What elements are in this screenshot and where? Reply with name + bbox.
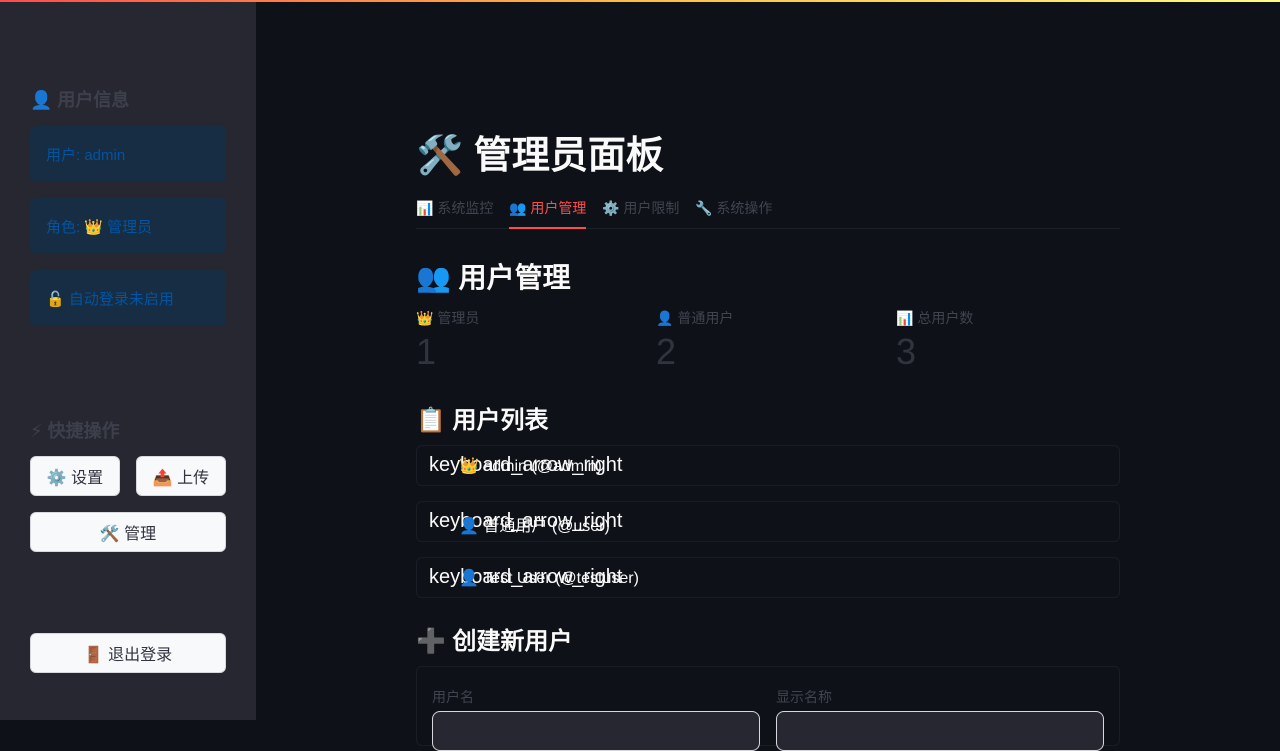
main-content: 🛠️ 管理员面板 📊 系统监控 👥 用户管理 ⚙️ 用户限制 🔧 系统操作 👥 … [416, 0, 1120, 751]
page-title: 🛠️ 管理员面板 [416, 135, 664, 177]
username-input[interactable] [432, 711, 760, 751]
role-line: 角色: 👑 管理员 [46, 218, 153, 236]
user-expander-admin[interactable]: keyboard_arrow_right 👑 admin (@admin) [416, 445, 1120, 486]
autologin-line: 🔓 自动登录未启用 [46, 290, 174, 308]
metric-value: 1 [416, 331, 437, 372]
metric-regular-users: 👤 普通用户 2 [656, 308, 876, 372]
user-line: 用户: admin [46, 146, 126, 164]
display-name-label: 显示名称 [776, 689, 832, 705]
metric-label: 📊 总用户数 [896, 310, 974, 326]
tab-bar: 📊 系统监控 👥 用户管理 ⚙️ 用户限制 🔧 系统操作 [416, 188, 1120, 229]
settings-button[interactable]: ⚙️ 设置 [30, 456, 120, 496]
role-info-box: 角色: 👑 管理员 [30, 198, 226, 254]
metric-label: 👑 管理员 [416, 310, 480, 326]
user-row-label: 👤 Test User (@testuser) [459, 570, 639, 587]
tab-user-limits[interactable]: ⚙️ 用户限制 [602, 198, 679, 227]
upload-button[interactable]: 📤 上传 [136, 456, 226, 496]
display-name-input[interactable] [776, 711, 1104, 751]
user-management-heading: 👥 用户管理 [416, 262, 571, 293]
logout-button[interactable]: 🚪 退出登录 [30, 633, 226, 673]
metric-value: 3 [896, 331, 917, 372]
metric-label: 👤 普通用户 [656, 310, 734, 326]
username-label: 用户名 [432, 689, 474, 705]
sidebar: 👤 用户信息 用户: admin 角色: 👑 管理员 🔓 自动登录未启用 ⚡ 快… [0, 2, 256, 720]
user-list-heading: 📋 用户列表 [416, 407, 549, 434]
user-expander-user[interactable]: keyboard_arrow_right 👤 普通用户 (@user) [416, 501, 1120, 542]
quick-actions-heading: ⚡ 快捷操作 [30, 421, 120, 441]
metric-admins: 👑 管理员 1 [416, 308, 636, 372]
user-row-label: 👤 普通用户 (@user) [459, 518, 610, 535]
tab-system-monitor[interactable]: 📊 系统监控 [416, 198, 493, 227]
admin-button[interactable]: 🛠️ 管理 [30, 512, 226, 552]
metric-value: 2 [656, 331, 677, 372]
create-user-heading: ➕ 创建新用户 [416, 628, 573, 655]
autologin-info-box: 🔓 自动登录未启用 [30, 270, 226, 326]
user-info-box: 用户: admin [30, 126, 226, 182]
user-row-label: 👑 admin (@admin) [459, 458, 602, 475]
metric-total-users: 📊 总用户数 3 [896, 308, 1116, 372]
create-user-form: 用户名 显示名称 [416, 666, 1120, 751]
tab-system-operations[interactable]: 🔧 系统操作 [695, 198, 772, 227]
user-expander-testuser[interactable]: keyboard_arrow_right 👤 Test User (@testu… [416, 557, 1120, 598]
tab-user-management[interactable]: 👥 用户管理 [509, 198, 587, 229]
user-info-heading: 👤 用户信息 [30, 90, 130, 110]
